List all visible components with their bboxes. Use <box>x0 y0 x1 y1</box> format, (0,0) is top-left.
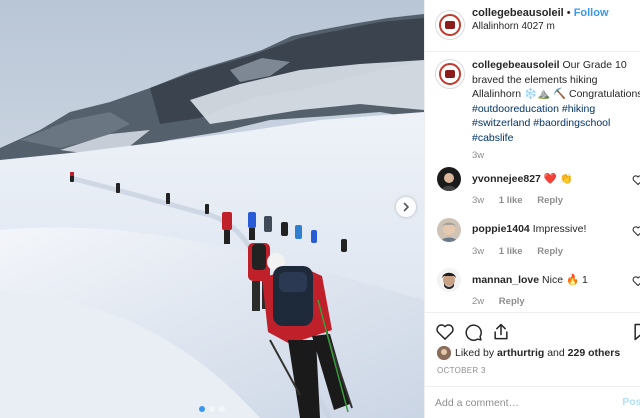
comment-text-line: poppie1404 Impressive! <box>472 223 586 235</box>
avatar[interactable] <box>437 268 461 292</box>
chevron-right-icon <box>403 202 409 212</box>
comment: yvonnejee827 ❤️ 👏 3w 1 like Reply <box>425 167 640 217</box>
next-slide-button[interactable] <box>396 197 416 217</box>
heart-outline-icon[interactable] <box>632 275 640 287</box>
caption-avatar[interactable] <box>435 59 465 89</box>
post-photo[interactable] <box>0 0 424 418</box>
reply-button[interactable]: Reply <box>537 195 563 206</box>
caption-time[interactable]: 3w <box>472 150 484 161</box>
likes-others[interactable]: 229 others <box>568 347 621 359</box>
comment-time[interactable]: 3w <box>472 195 484 206</box>
post-caption: collegebeausoleil Our Grade 10 braved th… <box>472 58 640 145</box>
comment-meta: 3w 1 like Reply <box>472 195 575 206</box>
likes-summary[interactable]: Liked by arthurtrig and 229 others <box>437 346 620 360</box>
comment-time[interactable]: 3w <box>472 246 484 257</box>
hashtag-line[interactable]: #switzerland #baordingschool <box>472 116 640 131</box>
location-link[interactable]: Allalinhorn 4027 m <box>472 21 555 32</box>
carousel-dot <box>219 406 225 412</box>
likes-joiner: and <box>547 347 565 359</box>
hashtag-line[interactable]: #outdooreducation #hiking <box>472 102 640 117</box>
caption-username[interactable]: collegebeausoleil <box>472 59 560 71</box>
post-comment-button[interactable]: Post <box>622 396 640 408</box>
avatar[interactable] <box>435 10 465 40</box>
reply-button[interactable]: Reply <box>537 246 563 257</box>
separator-dot: • <box>566 7 571 19</box>
school-crest-icon <box>439 63 461 85</box>
carousel-dot <box>209 406 215 412</box>
heart-outline-icon[interactable] <box>632 225 640 237</box>
comment-likes[interactable]: 1 like <box>499 195 523 206</box>
comment-bubble-icon[interactable] <box>463 322 483 342</box>
comment-input[interactable] <box>435 395 605 411</box>
carousel-dot <box>199 406 205 412</box>
follow-button[interactable]: Follow <box>574 7 609 19</box>
post-side-panel: collegebeausoleil • Follow Allalinhorn 4… <box>424 0 640 418</box>
comment-time[interactable]: 2w <box>472 296 484 307</box>
comment: mannan_love Nice 🔥 1 2w Reply <box>425 268 640 318</box>
heart-outline-icon[interactable] <box>632 174 640 186</box>
comment-meta: 3w 1 like Reply <box>472 246 575 257</box>
like-heart-icon[interactable] <box>435 322 455 342</box>
likes-user[interactable]: arthurtrig <box>497 347 544 359</box>
comment-likes[interactable]: 1 like <box>499 246 523 257</box>
avatar[interactable] <box>437 218 461 242</box>
comment-username[interactable]: poppie1404 <box>472 223 530 235</box>
share-icon[interactable] <box>491 322 511 342</box>
post-action-bar <box>425 312 640 350</box>
post-date[interactable]: OCTOBER 3 <box>437 366 486 375</box>
post-header: collegebeausoleil • Follow Allalinhorn 4… <box>425 0 640 52</box>
hashtag-line[interactable]: #cabslife <box>472 131 640 146</box>
reply-button[interactable]: Reply <box>499 296 525 307</box>
comment-body: ❤️ 👏 <box>543 173 573 185</box>
header-user-line: collegebeausoleil • Follow <box>472 7 609 19</box>
avatar[interactable] <box>437 167 461 191</box>
mountain-photo <box>0 0 424 418</box>
comment-body: Nice 🔥 1 <box>542 274 588 286</box>
comment-body: Impressive! <box>532 223 587 235</box>
header-username[interactable]: collegebeausoleil <box>472 7 564 19</box>
comment: poppie1404 Impressive! 3w 1 like Reply <box>425 218 640 268</box>
add-comment-bar: Post <box>425 386 640 418</box>
likes-prefix: Liked by <box>455 347 495 359</box>
comment-username[interactable]: yvonnejee827 <box>472 173 541 185</box>
bookmark-icon[interactable] <box>631 322 640 342</box>
comment-text-line: mannan_love Nice 🔥 1 <box>472 273 588 286</box>
school-crest-icon <box>439 14 461 36</box>
comment-username[interactable]: mannan_love <box>472 274 539 286</box>
comment-text-line: yvonnejee827 ❤️ 👏 <box>472 172 573 185</box>
carousel-indicator <box>199 406 225 412</box>
avatar <box>437 346 451 360</box>
comment-meta: 2w Reply <box>472 296 537 307</box>
